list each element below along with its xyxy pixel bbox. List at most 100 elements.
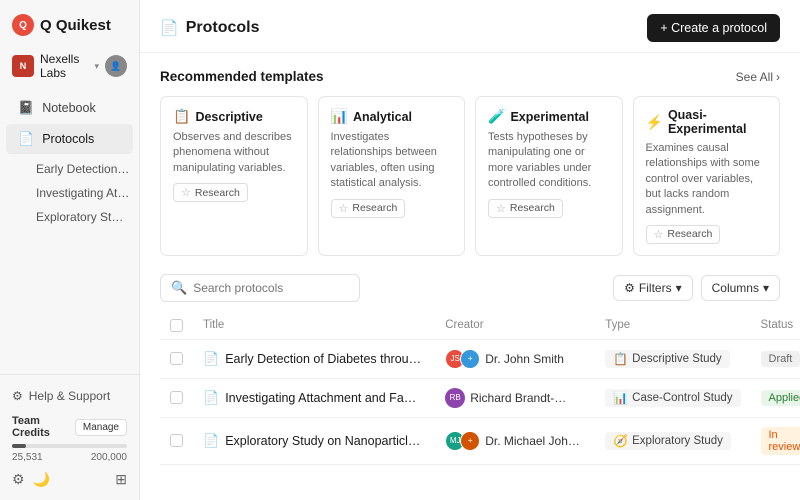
row-check-0[interactable] — [170, 352, 183, 365]
star-icon-4: ☆ — [654, 228, 664, 241]
templates-header: Recommended templates See All › — [160, 69, 780, 84]
creator-name-1: Richard Brandt-Kre... — [470, 391, 570, 405]
chevron-down-icon: ▾ — [94, 61, 99, 72]
template-title-descriptive: 📋 Descriptive — [173, 108, 295, 125]
sidebar-item-label-notebook: Notebook — [42, 101, 96, 115]
columns-label: Columns — [712, 281, 759, 295]
filters-button[interactable]: ⚙ Filters ▾ — [613, 275, 692, 301]
type-badge-0: 📋 Descriptive Study — [605, 350, 729, 368]
type-text-0: Descriptive Study — [632, 353, 721, 365]
credits-bar — [12, 444, 127, 448]
th-type: Type — [595, 312, 750, 340]
row-creator-0: JS + Dr. John Smith — [435, 339, 595, 378]
status-badge-2: In review — [761, 427, 800, 455]
avatars-stack-0: JS + — [445, 349, 480, 369]
table-row: 📄 Exploratory Study on Nanoparticle-Medi… — [160, 417, 800, 464]
row-checkbox-2[interactable] — [160, 417, 193, 464]
sidebar-item-notebook[interactable]: 📓 Notebook — [6, 93, 133, 123]
template-badge-experimental[interactable]: ☆ Research — [488, 199, 563, 218]
row-type-0: 📋 Descriptive Study — [595, 339, 750, 378]
sub-item-2[interactable]: Exploratory Study on Nanopart... — [28, 205, 138, 229]
chevron-right-icon: › — [776, 70, 780, 84]
row-type-1: 📊 Case-Control Study — [595, 378, 750, 417]
title-text-2: Exploratory Study on Nanoparticle-Mediat… — [225, 434, 425, 448]
row-checkbox-1[interactable] — [160, 378, 193, 417]
row-title-2: 📄 Exploratory Study on Nanoparticle-Medi… — [193, 417, 435, 464]
template-card-experimental[interactable]: 🧪 Experimental Tests hypotheses by manip… — [475, 96, 623, 256]
row-title-0: 📄 Early Detection of Diabetes through Bi… — [193, 339, 435, 378]
credits-numbers: 25,531 200,000 — [12, 452, 127, 463]
type-badge-2: 🧭 Exploratory Study — [605, 432, 731, 450]
status-badge-0: Draft — [761, 351, 800, 367]
protocols-table: Title Creator Type Status Created — [160, 312, 800, 465]
template-label-experimental: Experimental — [510, 110, 589, 124]
template-title-quasi: ⚡ Quasi-Experimental — [646, 108, 768, 136]
create-protocol-button[interactable]: + Create a protocol — [647, 14, 780, 42]
manage-credits-button[interactable]: Manage — [75, 419, 127, 436]
template-card-descriptive[interactable]: 📋 Descriptive Observes and describes phe… — [160, 96, 308, 256]
columns-button[interactable]: Columns ▾ — [701, 275, 780, 301]
team-credits-label: Team Credits Manage — [12, 415, 127, 439]
page-title: 📄 Protocols — [160, 19, 259, 37]
sidebar-bottom: ⚙ Help & Support Team Credits Manage 25,… — [0, 374, 139, 500]
help-label: Help & Support — [29, 389, 110, 403]
template-card-analytical[interactable]: 📊 Analytical Investigates relationships … — [318, 96, 466, 256]
creator-avatar-1: RB — [445, 388, 465, 408]
template-desc-descriptive: Observes and describes phenomena without… — [173, 130, 295, 176]
layout-icon[interactable]: ⊞ — [115, 471, 127, 488]
th-title: Title — [193, 312, 435, 340]
row-checkbox-0[interactable] — [160, 339, 193, 378]
org-initials: N — [20, 61, 27, 71]
type-icon-1: 📊 — [613, 391, 628, 405]
credits-title: Team Credits — [12, 415, 75, 439]
type-icon-0: 📋 — [613, 352, 628, 366]
table-row: 📄 Early Detection of Diabetes through Bi… — [160, 339, 800, 378]
row-status-1: Applied — [751, 378, 800, 417]
help-icon: ⚙ — [12, 389, 23, 403]
row-check-2[interactable] — [170, 434, 183, 447]
org-selector[interactable]: N Nexells Labs ▾ 👤 — [0, 46, 139, 86]
sub-item-1[interactable]: Investigating Attachment and F... — [28, 181, 138, 205]
sidebar-item-protocols[interactable]: 📄 Protocols — [6, 124, 133, 154]
notebook-icon: 📓 — [18, 100, 34, 116]
moon-icon[interactable]: 🌙 — [33, 471, 50, 488]
type-badge-1: 📊 Case-Control Study — [605, 389, 740, 407]
template-icon-quasi: ⚡ — [646, 114, 663, 131]
type-icon-2: 🧭 — [613, 434, 628, 448]
credits-fill — [12, 444, 26, 448]
avatars-stack-2: MJ + — [445, 431, 480, 451]
star-icon: ☆ — [181, 186, 191, 199]
table-body: 📄 Early Detection of Diabetes through Bi… — [160, 339, 800, 464]
avatar-2b: + — [460, 431, 480, 451]
row-status-2: In review — [751, 417, 800, 464]
template-badge-quasi[interactable]: ☆ Research — [646, 225, 721, 244]
template-card-quasi[interactable]: ⚡ Quasi-Experimental Examines causal rel… — [633, 96, 781, 256]
th-title-label: Title — [203, 319, 224, 331]
creator-name-0: Dr. John Smith — [485, 352, 564, 366]
help-support-link[interactable]: ⚙ Help & Support — [12, 385, 127, 407]
template-desc-experimental: Tests hypotheses by manipulating one or … — [488, 130, 610, 192]
avatar-0b: + — [460, 349, 480, 369]
row-check-1[interactable] — [170, 391, 183, 404]
page-title-text: Protocols — [186, 19, 260, 37]
credits-used: 25,531 — [12, 452, 43, 463]
sub-item-0[interactable]: Early Detection of Diabetes thro... — [28, 157, 138, 181]
table-row: 📄 Investigating Attachment and Family Re… — [160, 378, 800, 417]
row-creator-1: RB Richard Brandt-Kre... — [435, 378, 595, 417]
templates-grid: 📋 Descriptive Observes and describes phe… — [160, 96, 780, 256]
star-icon-2: ☆ — [339, 202, 349, 215]
th-status-label: Status — [761, 319, 794, 331]
app-name: Q Quikest — [40, 17, 111, 34]
th-type-label: Type — [605, 319, 630, 331]
see-all-button[interactable]: See All › — [736, 70, 780, 84]
org-name: Nexells Labs — [40, 52, 88, 80]
settings-icon[interactable]: ⚙ — [12, 471, 25, 488]
user-avatar: 👤 — [105, 55, 127, 77]
badge-label-experimental: Research — [510, 202, 555, 214]
template-badge-analytical[interactable]: ☆ Research — [331, 199, 406, 218]
template-badge-descriptive[interactable]: ☆ Research — [173, 183, 248, 202]
search-box[interactable]: 🔍 — [160, 274, 360, 302]
search-input[interactable] — [193, 281, 349, 295]
main-body: Recommended templates See All › 📋 Descri… — [140, 53, 800, 500]
select-all-checkbox[interactable] — [170, 319, 183, 332]
